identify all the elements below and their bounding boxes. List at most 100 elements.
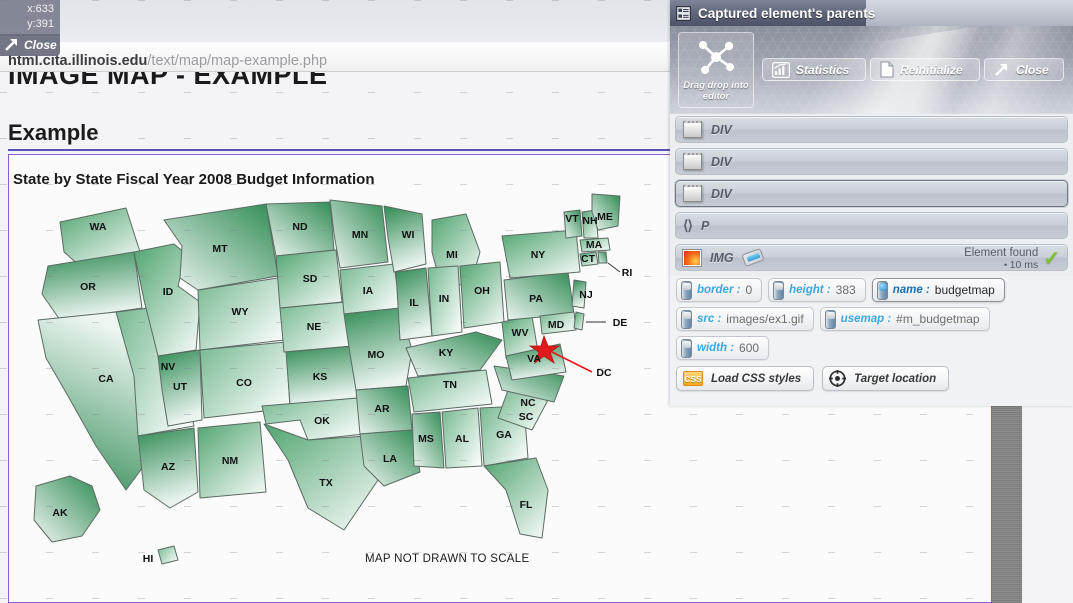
state-HI [157, 545, 179, 565]
chart-icon [772, 61, 790, 78]
attribute-src[interactable]: src : images/ex1.gif [676, 307, 814, 331]
svg-text:VT: VT [565, 213, 579, 225]
css-icon: CSS [683, 371, 703, 386]
reinitialize-button[interactable]: Reinitialize [870, 58, 980, 81]
element-found-status: Element found 10 ms ✓ [964, 247, 1060, 271]
attribute-value: #m_budgetmap [896, 312, 980, 326]
svg-text:CT: CT [581, 253, 596, 265]
svg-text:CA: CA [98, 373, 114, 385]
svg-text:OK: OK [314, 415, 330, 427]
attribute-row-2: src : images/ex1.gif usemap : #m_budgetm… [676, 307, 1067, 331]
us-budget-image-map[interactable]: WA OR ID MT ND MN SD NE KS OK TX NV UT WY CO CA AZ N… [8, 190, 668, 603]
svg-text:AZ: AZ [161, 461, 176, 473]
timing-text: 10 ms [964, 259, 1039, 271]
load-css-styles-label: Load CSS styles [711, 372, 802, 385]
attribute-value: 383 [835, 283, 856, 297]
svg-text:IL: IL [409, 297, 419, 309]
green-check-icon: ✓ [1043, 248, 1060, 270]
tree-row-tag: DIV [711, 154, 732, 169]
tree-row-tag: DIV [711, 186, 732, 201]
arrow-out-icon [995, 63, 1007, 76]
svg-text:NC: NC [520, 397, 536, 409]
state-TN [407, 369, 493, 413]
svg-text:ID: ID [163, 286, 174, 298]
attribute-border[interactable]: border : 0 [676, 278, 763, 302]
map-title: State by State Fiscal Year 2008 Budget I… [13, 171, 375, 188]
attribute-key: height : [789, 284, 831, 296]
load-css-styles-button[interactable]: CSS Load CSS styles [676, 366, 815, 391]
image-icon [682, 248, 702, 267]
attribute-key: usemap : [840, 313, 892, 325]
attributes-area: border : 0 height : 383 name : budgetmap [670, 276, 1073, 406]
svg-text:TN: TN [443, 379, 457, 391]
target-location-button[interactable]: Target location [822, 366, 950, 391]
attribute-value: budgetmap [934, 283, 995, 297]
tree-row-img[interactable]: IMG Element found 10 ms ✓ [675, 244, 1068, 271]
statistics-button[interactable]: Statistics [762, 58, 866, 81]
tree-row-tag: DIV [711, 122, 732, 137]
div-box-icon [683, 153, 702, 170]
status-text: Element found [964, 247, 1039, 259]
svg-text:WY: WY [232, 306, 249, 318]
tree-row-div-1[interactable]: DIV [675, 116, 1068, 143]
attribute-key: name : [892, 284, 930, 296]
svg-text:NE: NE [307, 321, 322, 333]
map-scale-note: MAP NOT DRAWN TO SCALE [365, 553, 530, 565]
statistics-label: Statistics [796, 62, 850, 77]
attribute-key: width : [697, 342, 735, 354]
panel-close-label: Close [1016, 62, 1049, 77]
svg-text:WV: WV [512, 327, 529, 339]
slider-icon [824, 309, 836, 329]
arrow-out-icon [5, 39, 17, 51]
svg-text:OR: OR [80, 281, 96, 293]
section-heading: Example [8, 120, 99, 145]
attribute-name[interactable]: name : budgetmap [871, 278, 1005, 302]
attribute-value: 0 [745, 283, 753, 297]
tree-row-tag: P [700, 218, 710, 233]
attribute-key: src : [697, 313, 722, 325]
tree-row-div-3[interactable]: DIV [675, 180, 1068, 207]
svg-text:SD: SD [303, 273, 318, 285]
coord-y: y:391 [27, 18, 54, 30]
svg-text:SC: SC [519, 411, 534, 423]
page-icon [880, 61, 894, 78]
svg-text:KS: KS [313, 371, 328, 383]
svg-text:ME: ME [597, 211, 613, 223]
code-brackets-icon: ⟨⟩ [683, 217, 693, 233]
svg-text:NY: NY [531, 249, 546, 261]
attribute-width[interactable]: width : 600 [676, 336, 770, 360]
svg-text:AK: AK [52, 507, 68, 519]
svg-text:NH: NH [582, 215, 597, 227]
screen-root: IMAGE MAP - EXAMPLE Example State by Sta… [0, 0, 1073, 603]
svg-text:IA: IA [363, 285, 374, 297]
attribute-usemap[interactable]: usemap : #m_budgetmap [819, 307, 990, 331]
svg-text:UT: UT [173, 381, 188, 393]
slider-icon [681, 280, 692, 300]
svg-text:WA: WA [90, 221, 107, 233]
attribute-height[interactable]: height : 383 [768, 278, 866, 302]
state-FL [483, 457, 549, 539]
drag-drop-into-editor-button[interactable]: Drag drop into editor [678, 32, 754, 108]
svg-text:MN: MN [352, 229, 368, 241]
svg-text:AL: AL [455, 433, 470, 445]
svg-text:IN: IN [439, 293, 450, 305]
us-map-svg[interactable]: WA OR ID MT ND MN SD NE KS OK TX NV UT WY CO CA AZ N… [8, 190, 668, 590]
svg-text:TX: TX [319, 477, 332, 489]
attribute-value: 600 [739, 341, 760, 355]
svg-text:PA: PA [529, 293, 543, 305]
svg-text:VA: VA [527, 353, 541, 365]
div-box-icon [683, 121, 702, 138]
svg-text:MS: MS [418, 433, 434, 445]
slider-icon-active [876, 280, 888, 300]
svg-text:MI: MI [446, 249, 458, 261]
titlebar-right-cap [866, 0, 1073, 26]
svg-text:NJ: NJ [579, 289, 593, 301]
svg-text:OH: OH [474, 285, 490, 297]
overlay-close-button[interactable]: Close [0, 34, 60, 56]
tree-row-div-2[interactable]: DIV [675, 148, 1068, 175]
div-box-icon [683, 185, 702, 202]
tag-icon[interactable] [740, 247, 765, 268]
tree-row-p[interactable]: ⟨⟩ P [675, 212, 1068, 239]
panel-close-button[interactable]: Close [984, 58, 1064, 81]
overlay-close-label: Close [24, 38, 57, 52]
